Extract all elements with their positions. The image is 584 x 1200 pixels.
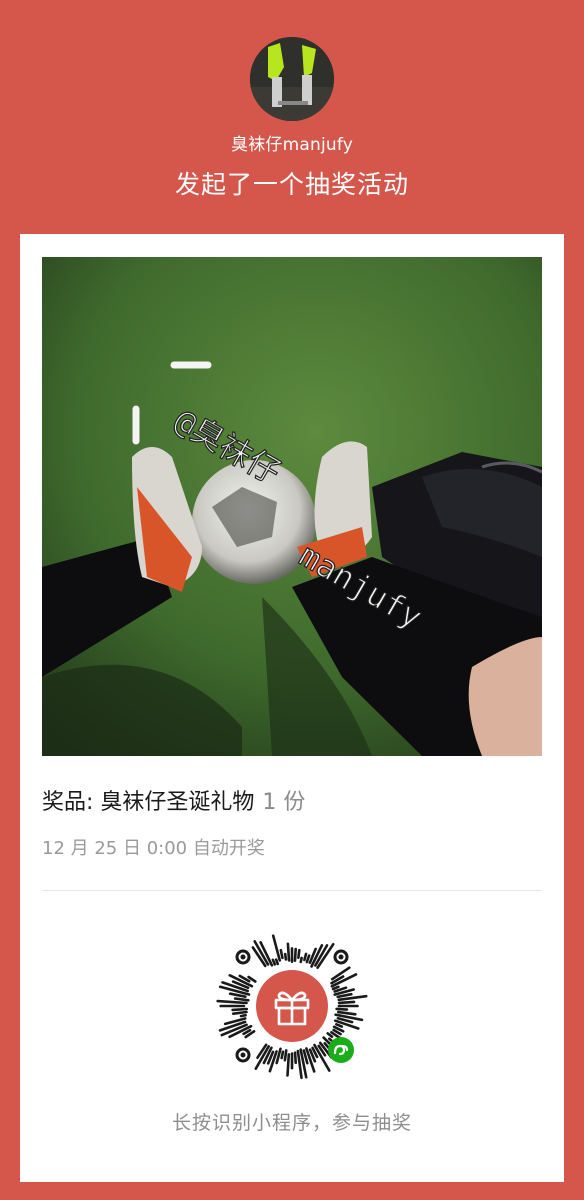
qr-ray <box>271 958 277 966</box>
qr-ray <box>239 1013 247 1018</box>
qr-ray <box>231 1010 248 1015</box>
mini-program-code[interactable] <box>213 927 371 1085</box>
qr-ray <box>337 1000 356 1005</box>
qr-ray <box>279 948 284 960</box>
qr-ray <box>231 1007 249 1012</box>
qr-ray <box>336 992 353 999</box>
page-title: 发起了一个抽奖活动 <box>174 170 409 199</box>
qr-ray <box>283 1049 288 1062</box>
qr-ray <box>303 952 308 962</box>
qr-ray <box>216 999 248 1005</box>
qr-ray <box>297 948 301 960</box>
qr-ray <box>233 997 250 1002</box>
qr-ray <box>274 958 279 966</box>
lottery-card[interactable]: @臭袜仔 manjufy 奖品: 臭袜仔圣诞礼物 1 份 12 月 25 日 0:… <box>20 234 564 1182</box>
prize-label: 奖品: 臭袜仔圣诞礼物 <box>42 790 255 815</box>
qr-ray <box>335 1023 344 1028</box>
qr-ray <box>293 947 297 963</box>
mini-program-icon <box>328 1037 354 1063</box>
qr-ray <box>326 1032 334 1038</box>
username: 臭袜仔manjufy <box>231 135 353 155</box>
draw-time: 12 月 25 日 0:00 自动开奖 <box>42 838 265 859</box>
prize-count: 1 份 <box>262 790 306 815</box>
qr-ray <box>286 942 291 962</box>
qr-ray <box>271 934 282 962</box>
scan-hint: 长按识别小程序，参与抽奖 <box>171 1112 412 1134</box>
qr-ray <box>293 1051 297 1065</box>
qr-ray <box>331 985 340 991</box>
prize-info: 奖品: 臭袜仔圣诞礼物 1 份 <box>42 784 305 816</box>
divider <box>42 890 542 891</box>
qr-ray <box>283 952 288 961</box>
qr-ray <box>280 1050 285 1060</box>
qr-ray <box>337 1010 357 1016</box>
qr-ray <box>335 1007 349 1011</box>
qr-ray <box>286 1053 291 1077</box>
avatar <box>250 37 334 121</box>
qr-ray <box>305 954 311 964</box>
qr-ray <box>299 956 303 964</box>
prize-photo[interactable]: @臭袜仔 manjufy <box>42 257 542 756</box>
